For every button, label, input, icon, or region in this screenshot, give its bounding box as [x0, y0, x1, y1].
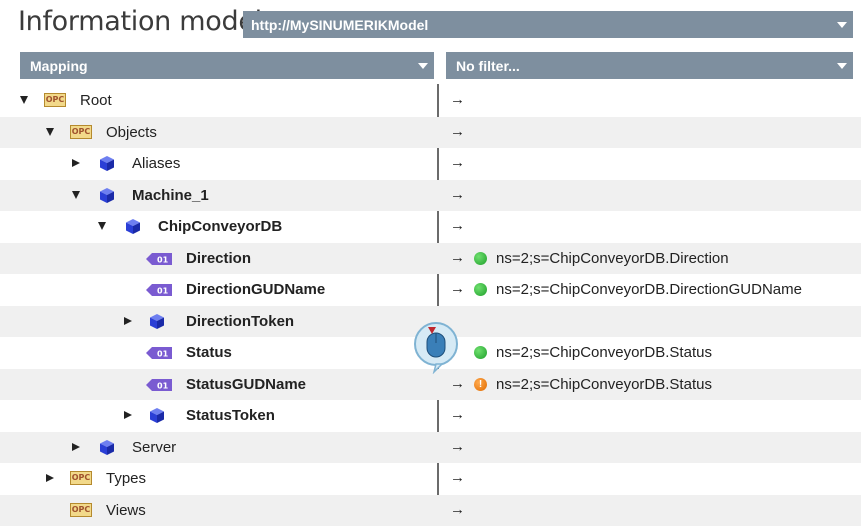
variable-icon: 01 [146, 347, 172, 359]
tree-node-label: Server [132, 439, 176, 456]
chevron-down-icon [837, 63, 847, 69]
variable-icon: 01 [146, 379, 172, 391]
collapse-toggle-icon[interactable] [20, 96, 28, 104]
expand-toggle-icon[interactable] [124, 317, 132, 325]
status-ok-icon [474, 346, 487, 359]
svg-text:01: 01 [157, 287, 169, 296]
tree-node-label: Views [106, 502, 146, 519]
tree-node-label: Types [106, 470, 146, 487]
mapping-arrow-icon[interactable]: → [450, 123, 465, 140]
tree-row[interactable]: OPC Types → [0, 463, 861, 495]
tree-row[interactable]: OPC Root → [0, 85, 861, 117]
expand-toggle-icon[interactable] [72, 443, 80, 451]
status-ok-icon [474, 283, 487, 296]
variable-icon: 01 [146, 253, 172, 265]
tree-row[interactable]: OPC Objects → [0, 117, 861, 149]
header: Information model http://MySINUMERIKMode… [0, 0, 861, 48]
mapping-dropdown[interactable]: Mapping [20, 52, 434, 79]
svg-text:01: 01 [157, 255, 169, 264]
mapping-arrow-icon[interactable]: → [450, 186, 465, 203]
model-select-value: http://MySINUMERIKModel [251, 17, 428, 33]
tree: OPCRoot→OPCObjects→Aliases→Machine_1→Chi… [0, 85, 861, 526]
mapping-arrow-icon[interactable]: → [450, 406, 465, 423]
tree-row[interactable]: ChipConveyorDB → [0, 211, 861, 243]
expand-toggle-icon[interactable] [124, 411, 132, 419]
object-cube-icon [100, 156, 114, 171]
mapping-node-id[interactable]: ns=2;s=ChipConveyorDB.Status [496, 344, 712, 361]
status-ok-icon [474, 252, 487, 265]
tree-row[interactable]: Machine_1 → [0, 180, 861, 212]
mapping-arrow-icon[interactable]: → [450, 375, 465, 392]
svg-text:01: 01 [157, 381, 169, 390]
tree-node-label: Objects [106, 124, 157, 141]
collapse-toggle-icon[interactable] [72, 191, 80, 199]
opc-folder-icon: OPC [70, 471, 92, 485]
tree-node-label: Root [80, 92, 112, 109]
page-title: Information model [18, 6, 262, 37]
status-warning-icon: ! [474, 378, 487, 391]
object-cube-icon [100, 188, 114, 203]
object-cube-icon [150, 408, 164, 423]
filter-dropdown[interactable]: No filter... [446, 52, 853, 79]
expand-toggle-icon[interactable] [72, 159, 80, 167]
tree-node-label: StatusGUDName [186, 376, 306, 393]
collapse-toggle-icon[interactable] [98, 222, 106, 230]
tree-row[interactable]: 01 DirectionGUDName → ns=2;s=ChipConveyorDB… [0, 274, 861, 306]
opc-folder-icon: OPC [70, 503, 92, 517]
tree-node-label: Aliases [132, 155, 180, 172]
mapping-node-id[interactable]: ns=2;s=ChipConveyorDB.Direction [496, 250, 729, 267]
mapping-node-id[interactable]: ns=2;s=ChipConveyorDB.DirectionGUDName [496, 281, 802, 298]
tree-node-label: ChipConveyorDB [158, 218, 282, 235]
mapping-arrow-icon[interactable]: → [450, 469, 465, 486]
model-select[interactable]: http://MySINUMERIKModel [243, 11, 853, 38]
svg-text:01: 01 [157, 350, 169, 359]
tree-row[interactable]: Server → [0, 432, 861, 464]
collapse-toggle-icon[interactable] [46, 128, 54, 136]
variable-icon: 01 [146, 284, 172, 296]
mapping-arrow-icon[interactable]: → [450, 280, 465, 297]
tree-row[interactable]: 01 Direction → ns=2;s=ChipConveyorDB.Direct… [0, 243, 861, 275]
mapping-arrow-icon[interactable]: → [450, 217, 465, 234]
object-cube-icon [126, 219, 140, 234]
tree-node-label: DirectionToken [186, 313, 294, 330]
opc-folder-icon: OPC [44, 93, 66, 107]
tree-node-label: DirectionGUDName [186, 281, 325, 298]
object-cube-icon [150, 314, 164, 329]
expand-toggle-icon[interactable] [46, 474, 54, 482]
tree-row[interactable]: OPC Views → [0, 495, 861, 526]
filter-dropdown-label: No filter... [456, 58, 520, 74]
mapping-arrow-icon[interactable]: → [450, 154, 465, 171]
mapping-arrow-icon[interactable]: → [450, 91, 465, 108]
mapping-node-id[interactable]: ns=2;s=ChipConveyorDB.Status [496, 376, 712, 393]
chevron-down-icon [418, 63, 428, 69]
tree-row[interactable]: Aliases → [0, 148, 861, 180]
tree-node-label: StatusToken [186, 407, 275, 424]
mapping-arrow-icon[interactable]: → [450, 438, 465, 455]
mapping-dropdown-label: Mapping [30, 58, 88, 74]
chevron-down-icon [837, 22, 847, 28]
tree-row[interactable]: StatusToken → [0, 400, 861, 432]
tree-node-label: Status [186, 344, 232, 361]
mouse-cursor-icon [412, 320, 462, 374]
tree-node-label: Machine_1 [132, 187, 209, 204]
opc-folder-icon: OPC [70, 125, 92, 139]
object-cube-icon [100, 440, 114, 455]
mapping-arrow-icon[interactable]: → [450, 249, 465, 266]
mapping-arrow-icon[interactable]: → [450, 501, 465, 518]
tree-node-label: Direction [186, 250, 251, 267]
